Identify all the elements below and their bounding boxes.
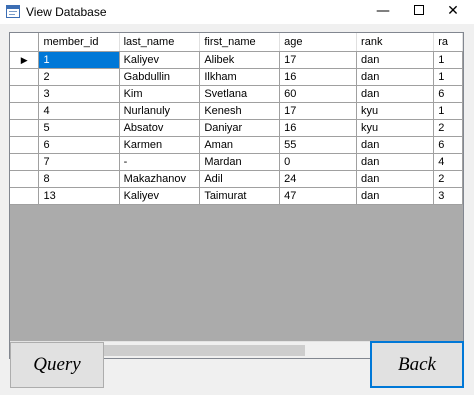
app-icon [6,5,20,18]
cell-member-id[interactable]: 2 [38,68,120,86]
table-row[interactable]: 2 Gabdullin Ilkham 16 dan 1 [10,68,463,86]
cell-partial[interactable]: 3 [433,187,463,205]
cell-member-id[interactable]: 3 [38,85,120,103]
cell-last-name[interactable]: Kaliyev [119,187,201,205]
cell-rank[interactable]: dan [356,68,435,86]
column-header-partial[interactable]: ra [433,33,463,52]
cell-member-id[interactable]: 5 [38,119,120,137]
cell-partial[interactable]: 6 [433,136,463,154]
cell-member-id[interactable]: 8 [38,170,120,188]
cell-age[interactable]: 47 [279,187,358,205]
cell-first-name[interactable]: Ilkham [199,68,281,86]
cell-first-name[interactable]: Mardan [199,153,281,171]
cell-partial[interactable]: 2 [433,119,463,137]
maximize-icon [414,4,424,15]
row-header[interactable] [10,170,40,188]
cell-last-name[interactable]: Karmen [119,136,201,154]
cell-last-name[interactable]: Makazhanov [119,170,201,188]
column-header-member-id[interactable]: member_id [38,33,120,52]
data-table: member_id last_name first_name age rank … [10,33,463,205]
table-row[interactable]: 8 Makazhanov Adil 24 dan 2 [10,170,463,188]
cell-first-name[interactable]: Taimurat [199,187,281,205]
back-button[interactable]: Back [370,341,464,388]
table-row[interactable]: 5 Absatov Daniyar 16 kyu 2 [10,119,463,137]
row-header[interactable] [10,119,40,137]
column-header-age[interactable]: age [279,33,358,52]
data-grid[interactable]: member_id last_name first_name age rank … [9,32,464,359]
corner-header[interactable] [10,33,40,52]
cell-partial[interactable]: 6 [433,85,463,103]
cell-rank[interactable]: dan [356,153,435,171]
cell-member-id[interactable]: 6 [38,136,120,154]
row-header[interactable] [10,136,40,154]
row-header[interactable] [10,68,40,86]
cell-last-name[interactable]: Kaliyev [119,51,201,69]
query-button[interactable]: Query [10,342,104,388]
cell-first-name[interactable]: Daniyar [199,119,281,137]
cell-rank[interactable]: dan [356,85,435,103]
column-header-first-name[interactable]: first_name [199,33,281,52]
cell-member-id[interactable]: 13 [38,187,120,205]
cell-partial[interactable]: 1 [433,51,463,69]
cell-age[interactable]: 17 [279,51,358,69]
row-header[interactable] [10,153,40,171]
cell-member-id[interactable]: 4 [38,102,120,120]
cell-last-name[interactable]: Nurlanuly [119,102,201,120]
window-title: View Database [26,5,107,19]
cell-rank[interactable]: dan [356,187,435,205]
cell-partial[interactable]: 2 [433,170,463,188]
table-row[interactable]: 3 Kim Svetlana 60 dan 6 [10,85,463,103]
table-row[interactable]: ▶ 1 Kaliyev Alibek 17 dan 1 [10,51,463,69]
cell-first-name[interactable]: Alibek [199,51,281,69]
cell-last-name[interactable]: Gabdullin [119,68,201,86]
cell-age[interactable]: 16 [279,119,358,137]
row-header-current[interactable]: ▶ [10,51,40,69]
cell-member-id[interactable]: 7 [38,153,120,171]
cell-partial[interactable]: 1 [433,68,463,86]
table-row[interactable]: 13 Kaliyev Taimurat 47 dan 3 [10,187,463,205]
cell-age[interactable]: 17 [279,102,358,120]
cell-rank[interactable]: dan [356,51,435,69]
cell-age[interactable]: 55 [279,136,358,154]
cell-age[interactable]: 24 [279,170,358,188]
cell-partial[interactable]: 4 [433,153,463,171]
cell-rank[interactable]: kyu [356,102,435,120]
form-body: member_id last_name first_name age rank … [0,24,474,395]
row-header[interactable] [10,85,40,103]
cell-age[interactable]: 60 [279,85,358,103]
cell-last-name[interactable]: - [119,153,201,171]
column-header-last-name[interactable]: last_name [119,33,201,52]
cell-first-name[interactable]: Adil [199,170,281,188]
cell-last-name[interactable]: Absatov [119,119,201,137]
cell-rank[interactable]: dan [356,170,435,188]
header-row: member_id last_name first_name age rank … [10,33,463,52]
title-bar: View Database — ✕ [0,0,474,24]
cell-rank[interactable]: dan [356,136,435,154]
cell-first-name[interactable]: Aman [199,136,281,154]
cell-first-name[interactable]: Kenesh [199,102,281,120]
table-row[interactable]: 6 Karmen Aman 55 dan 6 [10,136,463,154]
row-header[interactable] [10,187,40,205]
cell-first-name[interactable]: Svetlana [199,85,281,103]
close-button[interactable]: ✕ [430,0,474,22]
cell-member-id[interactable]: 1 [38,51,120,69]
cell-rank[interactable]: kyu [356,119,435,137]
table-row[interactable]: 7 - Mardan 0 dan 4 [10,153,463,171]
cell-partial[interactable]: 1 [433,102,463,120]
cell-age[interactable]: 16 [279,68,358,86]
row-header[interactable] [10,102,40,120]
column-header-rank[interactable]: rank [356,33,435,52]
cell-last-name[interactable]: Kim [119,85,201,103]
table-row[interactable]: 4 Nurlanuly Kenesh 17 kyu 1 [10,102,463,120]
cell-age[interactable]: 0 [279,153,358,171]
